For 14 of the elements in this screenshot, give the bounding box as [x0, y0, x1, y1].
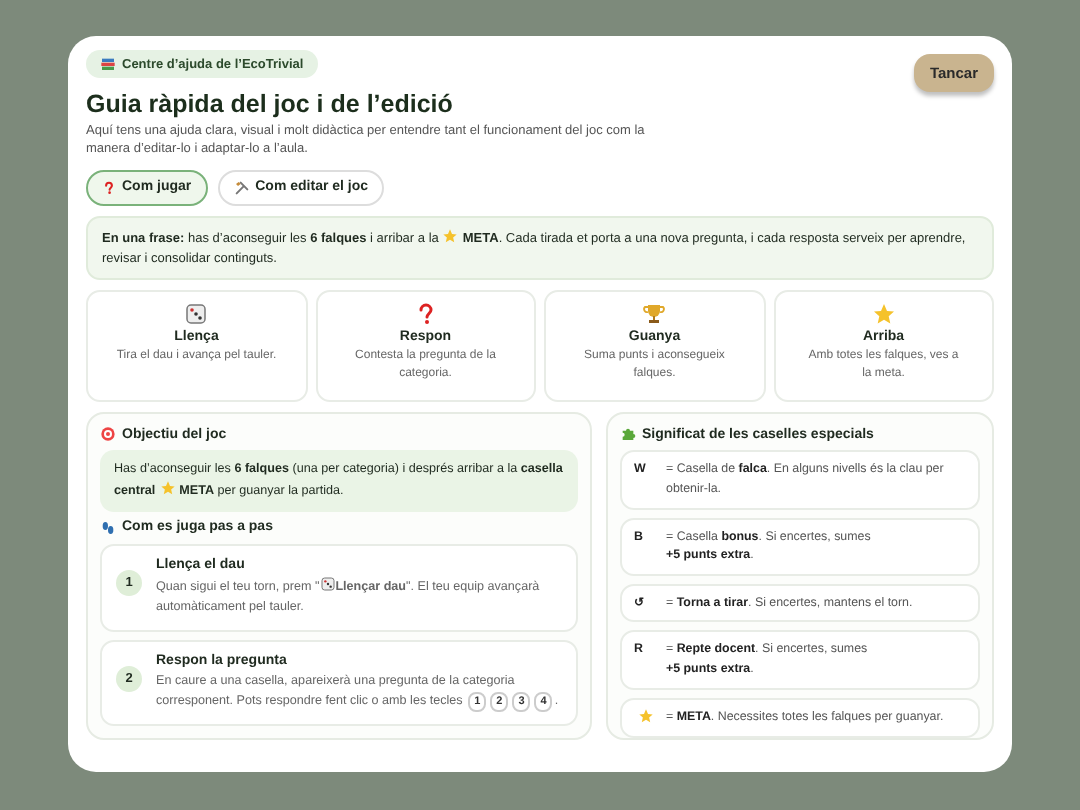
star-icon — [871, 302, 896, 327]
dice-icon — [184, 302, 209, 327]
star-icon — [638, 707, 654, 724]
star-icon — [442, 227, 459, 244]
books-icon — [100, 56, 116, 72]
puzzle-icon — [620, 426, 636, 443]
trophy-icon — [642, 302, 667, 327]
dice-icon — [319, 575, 336, 592]
footprints-icon — [100, 519, 116, 536]
tools-icon — [233, 179, 250, 196]
star-icon — [159, 480, 176, 497]
dialog-title: Guia ràpida del joc i de l’edició — [86, 90, 455, 118]
target-icon — [100, 426, 116, 443]
question-mark-icon — [102, 179, 116, 196]
